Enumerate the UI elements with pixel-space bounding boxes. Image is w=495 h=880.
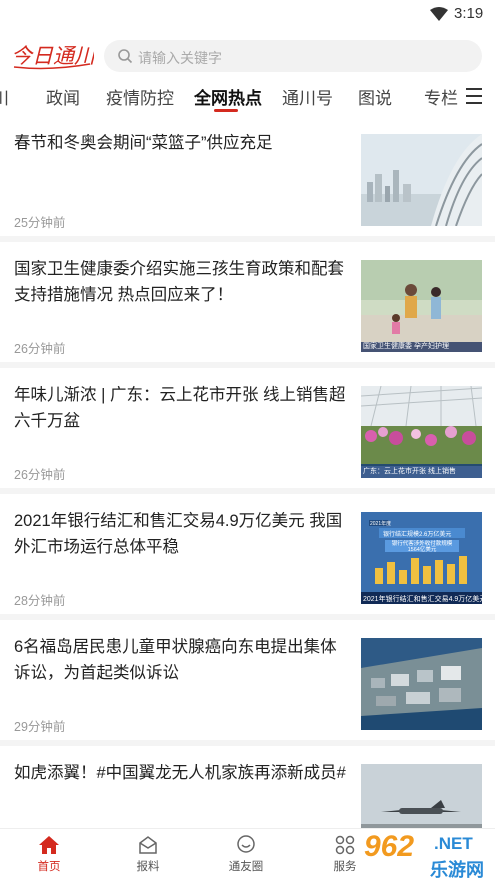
- news-item[interactable]: 6名福岛居民患儿童甲状腺癌向东电提出集体诉讼，为首起类似诉讼 29分钟前: [0, 620, 495, 740]
- search-placeholder: 请输入关键字: [138, 50, 222, 66]
- news-item[interactable]: 年味儿渐浓 | 广东：云上花市开张 线上销售超六千万盆 26分钟前 广东：云上花…: [0, 368, 495, 488]
- thumb-caption: 国家卫生健康委 孕产妇护理: [363, 343, 449, 350]
- family-park-image: 国家卫生健康委 孕产妇护理: [361, 260, 482, 352]
- watermark-brand: 962: [364, 830, 415, 863]
- svg-text:今日通川: 今日通川: [11, 44, 94, 68]
- news-item[interactable]: 如虎添翼！#中国翼龙无人机家族再添新成员#: [0, 746, 495, 828]
- news-title: 2021年银行结汇和售汇交易4.9万亿美元 我国外汇市场运行总体平稳: [14, 512, 343, 556]
- news-title: 年味儿渐浓 | 广东：云上花市开张 线上销售超六千万盆: [14, 386, 346, 430]
- tab-column[interactable]: 专栏: [424, 84, 458, 109]
- chat-icon: [237, 835, 255, 853]
- news-item[interactable]: 国家卫生健康委介绍实施三孩生育政策和配套支持措施情况 热点回应来了！ 26分钟前…: [0, 242, 495, 362]
- home-icon: [39, 836, 59, 854]
- tab-epidemic[interactable]: 疫情防控: [106, 84, 174, 109]
- tab-zhengwen[interactable]: 政闻: [46, 84, 80, 109]
- tab-tushuo[interactable]: 图说: [358, 84, 392, 109]
- tab-tongchuanhao[interactable]: 通川号: [282, 84, 333, 109]
- category-tabs: 川 政闻 疫情防控 全网热点 通川号 图说 专栏: [0, 76, 495, 116]
- thumb-caption: 2021年银行结汇和售汇交易4.9万亿美元: [363, 596, 482, 603]
- nav-home[interactable]: 首页: [19, 835, 79, 874]
- news-time: 25分钟前: [14, 216, 66, 230]
- news-time: 26分钟前: [14, 468, 66, 482]
- news-title: 如虎添翼！#中国翼龙无人机家族再添新成员#: [14, 764, 346, 782]
- tab-partial[interactable]: 川: [0, 84, 9, 109]
- app-logo-graphic: 今日通川: [11, 44, 97, 70]
- menu-icon[interactable]: [466, 88, 486, 106]
- mail-icon: [139, 836, 157, 854]
- news-time: 29分钟前: [14, 720, 66, 734]
- watermark-site: 乐游网: [430, 860, 484, 880]
- nav-friends[interactable]: 通友圈: [216, 835, 276, 874]
- drone-image: [361, 764, 482, 828]
- nav-friends-label: 通友圈: [228, 861, 264, 873]
- nav-report-label: 报料: [136, 861, 160, 873]
- flower-greenhouse-image: 广东：云上花市开张 线上销售: [361, 386, 482, 478]
- bar-chart-news-image: 2021年度 银行结汇规模2.6万亿美元 银行代客涉外收付款规模 1564亿美元…: [361, 512, 482, 604]
- thumb-caption: 广东：云上花市开张 线上销售: [363, 468, 456, 475]
- search-icon: [118, 49, 133, 64]
- status-bar: 3:19: [0, 0, 495, 28]
- grid-icon: [335, 835, 355, 855]
- nav-report[interactable]: 报料: [118, 835, 178, 874]
- city-bridge-image: [361, 134, 482, 226]
- news-time: 26分钟前: [14, 342, 66, 356]
- tab-hot-topics[interactable]: 全网热点: [194, 84, 262, 109]
- wifi-icon: [430, 7, 448, 21]
- news-item[interactable]: 2021年银行结汇和售汇交易4.9万亿美元 我国外汇市场运行总体平稳 28分钟前…: [0, 494, 495, 614]
- news-item[interactable]: 春节和冬奥会期间“菜篮子”供应充足 25分钟前: [0, 116, 495, 236]
- news-title: 国家卫生健康委介绍实施三孩生育政策和配套支持措施情况 热点回应来了！: [14, 260, 344, 304]
- status-time: 3:19: [454, 5, 484, 22]
- aerial-plant-image: [361, 638, 482, 730]
- header: 今日通川 请输入关键字: [0, 36, 495, 76]
- site-watermark: 962 .NET 乐游网: [360, 826, 494, 880]
- news-title: 春节和冬奥会期间“菜篮子”供应充足: [14, 134, 273, 152]
- news-time: 28分钟前: [14, 594, 66, 608]
- thumb-box2: 银行代客涉外收付款规模 1564亿美元: [391, 541, 453, 553]
- search-input[interactable]: 请输入关键字: [104, 40, 482, 72]
- watermark-suffix: .NET: [434, 834, 473, 853]
- news-feed: 春节和冬奥会期间“菜篮子”供应充足 25分钟前 国家卫生健康委介绍实施三孩生育政…: [0, 116, 495, 828]
- thumb-tag: 2021年度: [370, 521, 392, 527]
- thumb-box1: 银行结汇规模2.6万亿美元: [383, 532, 452, 538]
- nav-home-label: 首页: [37, 861, 61, 873]
- active-tab-indicator: [214, 109, 238, 112]
- app-logo[interactable]: 今日通川: [10, 38, 97, 72]
- news-title: 6名福岛居民患儿童甲状腺癌向东电提出集体诉讼，为首起类似诉讼: [14, 638, 337, 682]
